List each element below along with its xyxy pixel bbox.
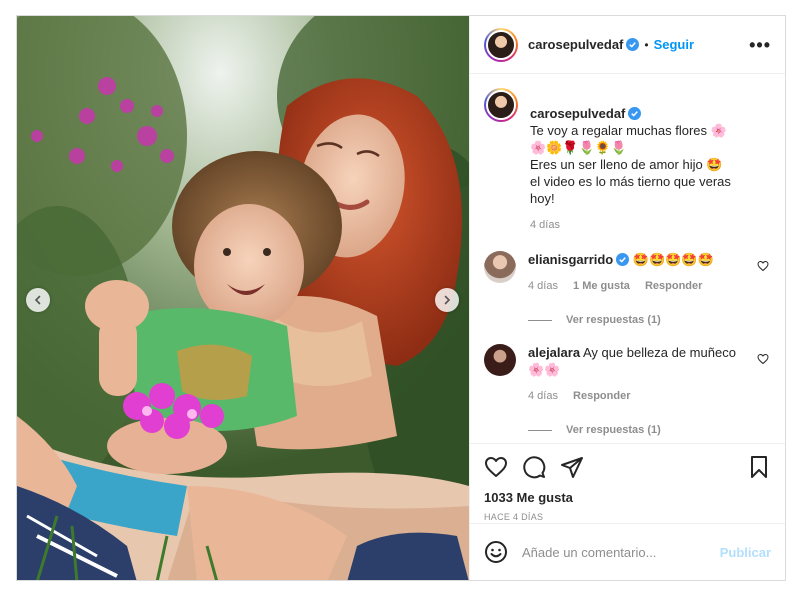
author-username[interactable]: carosepulvedaf	[528, 37, 623, 52]
view-replies-label: Ver respuestas (1)	[566, 314, 661, 326]
comment-likes[interactable]: 1 Me gusta	[573, 280, 630, 292]
replies-line	[528, 319, 552, 321]
publish-button[interactable]: Publicar	[720, 545, 771, 560]
next-image-button[interactable]	[435, 288, 459, 312]
caption-avatar[interactable]	[484, 88, 518, 122]
post-actions-section: 1033 Me gusta HACE 4 DÍAS	[470, 443, 785, 523]
commenter-avatar[interactable]	[484, 344, 516, 376]
verified-badge-icon	[626, 38, 640, 51]
view-replies-button[interactable]: Ver respuestas (1)	[528, 314, 771, 326]
comment-icon[interactable]	[522, 455, 546, 479]
author-avatar[interactable]	[484, 27, 518, 62]
share-icon[interactable]	[560, 455, 584, 479]
action-bar	[484, 444, 771, 490]
post-side-panel: carosepulvedaf • Seguir ••• carosepulved…	[469, 16, 785, 580]
caption-username[interactable]: carosepulvedaf	[530, 106, 625, 121]
comment-like-heart-icon[interactable]	[757, 353, 769, 365]
commenter-username[interactable]: elianisgarrido	[528, 252, 613, 267]
verified-badge-icon	[616, 253, 630, 266]
caption-meta: 4 días	[530, 217, 740, 234]
instagram-post: carosepulvedaf • Seguir ••• carosepulved…	[16, 15, 786, 581]
commenter-username[interactable]: alejalara	[528, 345, 580, 360]
comments-list[interactable]: carosepulvedaf Te voy a regalar muchas f…	[470, 74, 785, 443]
previous-image-button[interactable]	[26, 288, 50, 312]
reply-button[interactable]: Responder	[573, 390, 630, 402]
caption-age: 4 días	[530, 219, 560, 231]
comment-age: 4 días	[528, 390, 558, 402]
header-separator: •	[644, 37, 649, 52]
reply-button[interactable]: Responder	[645, 280, 702, 292]
post-photo[interactable]	[17, 16, 469, 580]
comment-like-heart-icon[interactable]	[757, 260, 769, 272]
caption-text: Te voy a regalar muchas flores 🌸🌸🌼🌹🌷🌻🌷 E…	[530, 123, 731, 206]
comment-input[interactable]	[522, 544, 720, 560]
post-caption: carosepulvedaf Te voy a regalar muchas f…	[484, 88, 771, 234]
post-timestamp: HACE 4 DÍAS	[484, 512, 544, 522]
more-options-icon[interactable]: •••	[749, 36, 771, 54]
bookmark-icon[interactable]	[747, 455, 771, 479]
view-replies-button[interactable]: Ver respuestas (1)	[528, 424, 771, 436]
likes-count[interactable]: 1033 Me gusta	[484, 490, 771, 505]
chevron-right-icon	[444, 295, 451, 305]
heart-icon[interactable]	[484, 455, 508, 479]
comment-text: 🤩🤩🤩🤩🤩	[632, 252, 714, 267]
comment-age: 4 días	[528, 280, 558, 292]
commenter-avatar[interactable]	[484, 251, 516, 283]
post-header: carosepulvedaf • Seguir •••	[470, 16, 785, 74]
replies-line	[528, 429, 552, 431]
view-replies-label: Ver respuestas (1)	[566, 424, 661, 436]
verified-badge-icon	[628, 107, 642, 120]
comment-item: alejalara Ay que belleza de muñeco 🌸🌸 4 …	[484, 344, 771, 405]
add-comment-bar: Publicar	[470, 523, 785, 580]
comment-item: elianisgarrido 🤩🤩🤩🤩🤩 4 días 1 Me gusta R…	[484, 251, 771, 295]
follow-button[interactable]: Seguir	[654, 37, 694, 52]
post-image	[17, 16, 469, 580]
chevron-left-icon	[34, 295, 41, 305]
emoji-smile-icon[interactable]	[484, 540, 508, 564]
